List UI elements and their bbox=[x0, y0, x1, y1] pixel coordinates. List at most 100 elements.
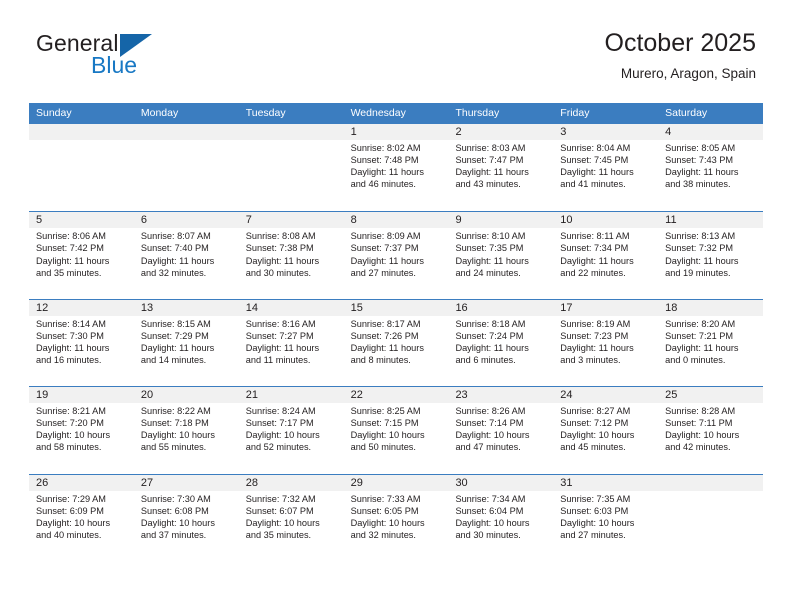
day-cell[interactable]: 24 Sunrise: 8:27 AM Sunset: 7:12 PM Dayligh… bbox=[553, 387, 658, 473]
weekday-header-friday: Friday bbox=[560, 107, 590, 119]
calendar-week-row: 1 Sunrise: 8:02 AM Sunset: 7:48 PM Daylight… bbox=[29, 124, 763, 211]
day-cell[interactable]: 23 Sunrise: 8:26 AM Sunset: 7:14 PM Dayligh… bbox=[448, 387, 553, 473]
day-cell[interactable]: 2 Sunrise: 8:03 AM Sunset: 7:47 PM Daylight… bbox=[448, 124, 553, 211]
day-sun-info: Sunrise: 8:05 AM Sunset: 7:43 PM Daylight:… bbox=[665, 142, 757, 190]
day-sun-info: Sunrise: 8:10 AM Sunset: 7:35 PM Daylight:… bbox=[455, 230, 547, 278]
day-daylight-line: and 47 minutes. bbox=[455, 442, 521, 453]
day-cell[interactable]: 26 Sunrise: 7:29 AM Sunset: 6:09 PM Dayligh… bbox=[29, 475, 134, 561]
day-daylight-line: Daylight: 11 hours bbox=[350, 342, 424, 353]
page-title: October 2025 bbox=[604, 29, 757, 57]
day-daylight-line: Daylight: 11 hours bbox=[665, 342, 739, 353]
day-cell[interactable]: 3 Sunrise: 8:04 AM Sunset: 7:45 PM Daylight… bbox=[553, 124, 658, 211]
day-cell[interactable]: 16 Sunrise: 8:18 AM Sunset: 7:24 PM Dayligh… bbox=[448, 300, 553, 386]
day-cell[interactable]: 11 Sunrise: 8:13 AM Sunset: 7:32 PM Dayligh… bbox=[658, 212, 763, 298]
day-cell[interactable]: 28 Sunrise: 7:32 AM Sunset: 6:07 PM Dayligh… bbox=[239, 475, 344, 561]
day-daylight-line: Daylight: 10 hours bbox=[455, 517, 530, 528]
day-number: 13 bbox=[140, 301, 154, 314]
day-cell[interactable]: 10 Sunrise: 8:11 AM Sunset: 7:34 PM Dayligh… bbox=[553, 212, 658, 298]
day-sunset-line: Sunset: 7:26 PM bbox=[350, 330, 419, 341]
day-sun-info: Sunrise: 8:19 AM Sunset: 7:23 PM Daylight:… bbox=[560, 318, 652, 366]
day-sun-info: Sunrise: 8:25 AM Sunset: 7:15 PM Daylight:… bbox=[351, 405, 443, 453]
weekday-header-sunday: Sunday bbox=[36, 107, 72, 119]
day-sunset-line: Sunset: 7:48 PM bbox=[350, 155, 419, 166]
day-daylight-line: and 3 minutes. bbox=[560, 355, 621, 366]
day-number: 27 bbox=[140, 476, 154, 489]
day-number: 18 bbox=[665, 301, 678, 314]
day-sunset-line: Sunset: 7:40 PM bbox=[140, 243, 209, 254]
day-number: 21 bbox=[245, 389, 258, 402]
day-cell[interactable]: 29 Sunrise: 7:33 AM Sunset: 6:05 PM Dayligh… bbox=[344, 475, 449, 561]
day-daylight-line: Daylight: 10 hours bbox=[140, 430, 215, 441]
day-cell-empty bbox=[29, 124, 134, 211]
day-sunrise-line: Sunrise: 8:11 AM bbox=[560, 231, 630, 242]
day-sun-info: Sunrise: 8:24 AM Sunset: 7:17 PM Daylight:… bbox=[246, 405, 338, 453]
day-cell[interactable]: 12 Sunrise: 8:14 AM Sunset: 7:30 PM Dayligh… bbox=[29, 300, 134, 386]
page-subtitle-location: Murero, Aragon, Spain bbox=[620, 66, 756, 81]
day-sunset-line: Sunset: 6:09 PM bbox=[36, 505, 104, 516]
day-cell[interactable]: 31 Sunrise: 7:35 AM Sunset: 6:03 PM Dayligh… bbox=[553, 475, 658, 561]
brand-logo[interactable]: General Blue bbox=[36, 30, 236, 86]
day-cell[interactable]: 21 Sunrise: 8:24 AM Sunset: 7:17 PM Dayligh… bbox=[239, 387, 344, 473]
day-daylight-line: Daylight: 11 hours bbox=[140, 342, 215, 353]
weekday-header-row: Sunday Monday Tuesday Wednesday Thursday… bbox=[29, 103, 763, 124]
day-sunset-line: Sunset: 6:04 PM bbox=[455, 505, 524, 516]
day-cell[interactable]: 14 Sunrise: 8:16 AM Sunset: 7:27 PM Dayligh… bbox=[239, 300, 344, 386]
day-cell[interactable]: 13 Sunrise: 8:15 AM Sunset: 7:29 PM Dayligh… bbox=[134, 300, 239, 386]
calendar-grid: Sunday Monday Tuesday Wednesday Thursday… bbox=[29, 103, 763, 561]
day-cell[interactable]: 9 Sunrise: 8:10 AM Sunset: 7:35 PM Daylight… bbox=[448, 212, 553, 298]
day-sunset-line: Sunset: 7:17 PM bbox=[245, 418, 314, 429]
day-cell-empty bbox=[134, 124, 239, 211]
day-cell[interactable]: 15 Sunrise: 8:17 AM Sunset: 7:26 PM Dayligh… bbox=[344, 300, 449, 386]
title-block: October 2025 Murero, Aragon, Spain bbox=[605, 28, 757, 82]
day-daylight-line: Daylight: 10 hours bbox=[560, 517, 635, 528]
day-daylight-line: Daylight: 11 hours bbox=[560, 167, 634, 178]
day-cell[interactable]: 20 Sunrise: 8:22 AM Sunset: 7:18 PM Dayligh… bbox=[134, 387, 239, 473]
day-cell[interactable]: 30 Sunrise: 7:34 AM Sunset: 6:04 PM Dayligh… bbox=[448, 475, 553, 561]
day-number: 10 bbox=[560, 214, 573, 227]
day-daylight-line: and 50 minutes. bbox=[350, 442, 416, 453]
day-number: 11 bbox=[665, 214, 677, 227]
day-sunset-line: Sunset: 7:30 PM bbox=[36, 330, 104, 341]
day-sunrise-line: Sunrise: 8:04 AM bbox=[560, 143, 631, 153]
day-sunset-line: Sunset: 7:20 PM bbox=[36, 418, 104, 429]
day-daylight-line: and 11 minutes. bbox=[245, 355, 311, 366]
day-number: 12 bbox=[36, 301, 49, 314]
day-sun-info: Sunrise: 8:09 AM Sunset: 7:37 PM Daylight:… bbox=[351, 230, 443, 278]
day-sun-info: Sunrise: 7:34 AM Sunset: 6:04 PM Daylight:… bbox=[455, 493, 547, 541]
day-sunrise-line: Sunrise: 8:09 AM bbox=[350, 231, 421, 242]
day-number: 6 bbox=[140, 214, 147, 227]
day-daylight-line: Daylight: 11 hours bbox=[245, 342, 320, 353]
day-cell[interactable]: 18 Sunrise: 8:20 AM Sunset: 7:21 PM Dayligh… bbox=[658, 300, 763, 386]
day-number bbox=[141, 124, 233, 140]
day-sun-info: Sunrise: 8:27 AM Sunset: 7:12 PM Daylight:… bbox=[560, 405, 652, 453]
day-sun-info: Sunrise: 8:20 AM Sunset: 7:21 PM Daylight:… bbox=[665, 318, 757, 366]
day-sun-info: Sunrise: 8:04 AM Sunset: 7:45 PM Daylight:… bbox=[560, 142, 652, 190]
day-daylight-line: and 52 minutes. bbox=[245, 442, 312, 453]
day-daylight-line: and 58 minutes. bbox=[36, 442, 102, 453]
day-daylight-line: and 27 minutes. bbox=[350, 267, 416, 278]
day-cell[interactable]: 5 Sunrise: 8:06 AM Sunset: 7:42 PM Daylight… bbox=[29, 212, 134, 298]
day-cell[interactable]: 19 Sunrise: 8:21 AM Sunset: 7:20 PM Dayligh… bbox=[29, 387, 134, 473]
day-cell[interactable]: 17 Sunrise: 8:19 AM Sunset: 7:23 PM Dayligh… bbox=[553, 300, 658, 386]
day-sunrise-line: Sunrise: 8:07 AM bbox=[140, 231, 211, 242]
day-cell[interactable]: 25 Sunrise: 8:28 AM Sunset: 7:11 PM Dayligh… bbox=[658, 387, 763, 473]
day-daylight-line: and 0 minutes. bbox=[665, 355, 726, 366]
day-cell[interactable]: 27 Sunrise: 7:30 AM Sunset: 6:08 PM Dayligh… bbox=[134, 475, 239, 561]
day-number: 26 bbox=[36, 476, 49, 489]
day-sunset-line: Sunset: 7:21 PM bbox=[665, 330, 734, 341]
weekday-header-wednesday: Wednesday bbox=[350, 107, 406, 119]
day-cell[interactable]: 7 Sunrise: 8:08 AM Sunset: 7:38 PM Daylight… bbox=[239, 212, 344, 298]
day-number: 9 bbox=[455, 214, 462, 227]
day-cell[interactable]: 1 Sunrise: 8:02 AM Sunset: 7:48 PM Daylight… bbox=[344, 124, 449, 211]
day-number: 16 bbox=[455, 301, 468, 314]
day-sunrise-line: Sunrise: 8:05 AM bbox=[665, 143, 736, 153]
week-cells: 1 Sunrise: 8:02 AM Sunset: 7:48 PM Daylight… bbox=[29, 124, 763, 211]
day-cell[interactable]: 22 Sunrise: 8:25 AM Sunset: 7:15 PM Dayligh… bbox=[344, 387, 449, 473]
day-number: 22 bbox=[350, 389, 363, 402]
day-cell[interactable]: 8 Sunrise: 8:09 AM Sunset: 7:37 PM Daylight… bbox=[344, 212, 449, 298]
day-cell[interactable]: 6 Sunrise: 8:07 AM Sunset: 7:40 PM Daylight… bbox=[134, 212, 239, 298]
day-daylight-line: and 43 minutes. bbox=[455, 179, 521, 190]
day-number: 28 bbox=[245, 476, 258, 489]
day-cell[interactable]: 4 Sunrise: 8:05 AM Sunset: 7:43 PM Daylight… bbox=[658, 124, 763, 211]
day-daylight-line: Daylight: 10 hours bbox=[665, 430, 740, 441]
